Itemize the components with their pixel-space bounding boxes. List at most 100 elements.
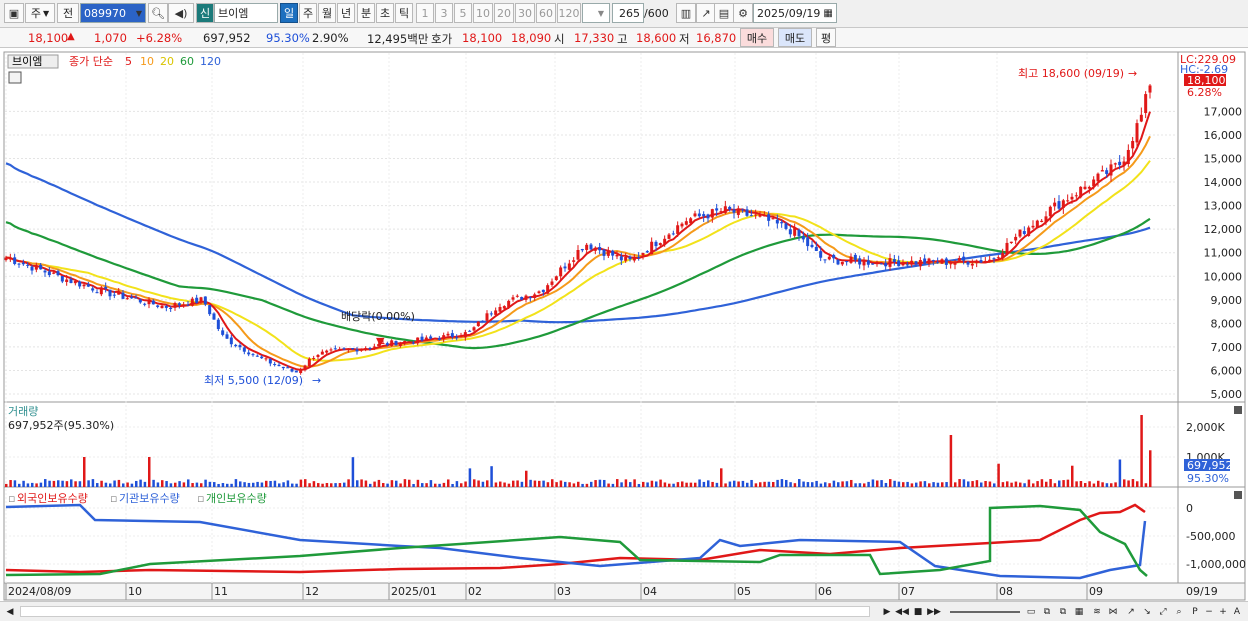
volume-bar [906, 481, 909, 487]
volume-bar [412, 483, 415, 487]
gear-icon[interactable]: ⚙ [733, 3, 753, 23]
price-tick-label: 11,000 [1204, 247, 1243, 260]
buy-button[interactable]: 매수 [740, 28, 774, 47]
candle-body [836, 259, 840, 265]
interval-30[interactable]: 30 [515, 3, 535, 23]
candle-body [1122, 161, 1126, 166]
price-tick-label: 10,000 [1204, 270, 1243, 283]
candle-body [654, 241, 658, 247]
volume-bar [1040, 479, 1044, 487]
volume-bar [858, 483, 862, 487]
volume-close-icon[interactable] [1234, 406, 1242, 414]
candle-body [1001, 253, 1005, 258]
zoom-plus-icon[interactable]: + [1216, 604, 1230, 619]
eval-button[interactable]: 평 [816, 28, 836, 47]
price-tick-label: 13,000 [1204, 200, 1243, 213]
candle-body [1005, 242, 1009, 255]
period-minute[interactable]: 분 [357, 3, 375, 23]
price-panel-frame [3, 51, 1179, 403]
draw-tool-icon[interactable]: ↗ [696, 3, 716, 23]
candle-body [1083, 186, 1087, 190]
interval-10[interactable]: 10 [473, 3, 493, 23]
interval-20[interactable]: 20 [494, 3, 514, 23]
candle-type-icon[interactable]: ▥ [676, 3, 696, 23]
candle-body [754, 214, 758, 216]
date-input[interactable]: 2025/09/19 ▦ [753, 3, 837, 23]
period-second[interactable]: 초 [376, 3, 394, 23]
volume-bar [317, 483, 320, 487]
zoom-slider[interactable] [950, 611, 1020, 613]
candle-body [719, 211, 723, 213]
volume-bar [889, 479, 892, 487]
candle-body [1087, 186, 1091, 189]
period-select[interactable]: 주 ▼ [25, 3, 55, 23]
candle-body [99, 287, 103, 295]
compare-button[interactable]: 전 [57, 3, 79, 23]
tool-icon-3[interactable]: ⤢ [1156, 604, 1170, 619]
save-icon[interactable]: ▤ [714, 3, 734, 23]
scroll-right-icon[interactable]: ▶ [880, 604, 894, 619]
volume-bar [18, 483, 21, 487]
rewind-icon[interactable]: ◀◀ [895, 604, 909, 619]
period-month[interactable]: 월 [318, 3, 336, 23]
magnify-icon[interactable]: ⌕ [1172, 604, 1186, 619]
toolbar: ▣ 주 ▼ 전 089970 ▼ 🔍︎ ◀) 신 브이엠 일 주 월 년 분 초 … [0, 0, 1248, 28]
fast-forward-icon[interactable]: ▶▶ [927, 604, 941, 619]
period-day[interactable]: 일 [280, 3, 298, 23]
volume-bar [728, 481, 732, 487]
indicator-icon[interactable]: ≋ [1090, 604, 1104, 619]
candle-body [888, 258, 892, 267]
layout-icon-3[interactable]: ⧉ [1056, 604, 1070, 619]
interval-dropdown-icon[interactable]: ▼ [594, 3, 608, 23]
candle-body [407, 341, 411, 343]
period-year[interactable]: 년 [337, 3, 355, 23]
volume-bar [1006, 481, 1009, 487]
candle-body [108, 289, 112, 297]
compare-icon[interactable]: ⋈ [1106, 604, 1120, 619]
window-icon[interactable]: ▣ [4, 3, 24, 23]
code-dropdown-icon[interactable]: ▼ [132, 3, 146, 23]
layout-icon-1[interactable]: ▭ [1024, 604, 1038, 619]
volume-bar [494, 482, 498, 487]
interval-3[interactable]: 3 [435, 3, 453, 23]
candle-body [147, 299, 151, 305]
sell-button[interactable]: 매도 [778, 28, 812, 47]
volume-bar [663, 482, 667, 487]
tool-icon-1[interactable]: ↗ [1124, 604, 1138, 619]
count-input[interactable]: 265 [612, 3, 644, 23]
volume-bar [616, 479, 619, 487]
calendar-icon[interactable]: ▦ [823, 8, 832, 19]
tool-icon-2[interactable]: ↘ [1140, 604, 1154, 619]
interval-5[interactable]: 5 [454, 3, 472, 23]
interval-1[interactable]: 1 [416, 3, 434, 23]
zoom-in-icon[interactable]: P [1188, 604, 1202, 619]
volume-desc: 697,952주(95.30%) [8, 419, 114, 432]
volume-bar [967, 481, 970, 487]
volume-bar [763, 481, 766, 487]
scroll-left-icon[interactable]: ◀ [3, 604, 17, 619]
holders-close-icon[interactable] [1234, 491, 1242, 499]
font-size-icon[interactable]: A [1230, 604, 1244, 619]
stop-icon[interactable]: ■ [911, 604, 925, 619]
scroll-track[interactable] [20, 606, 870, 617]
search-icon[interactable]: 🔍︎ [148, 3, 168, 23]
candle-body [260, 356, 264, 359]
interval-60[interactable]: 60 [536, 3, 556, 23]
volume-bar [377, 479, 381, 487]
volume-bar [308, 483, 311, 487]
candle-body [758, 214, 762, 217]
layout-icon-4[interactable]: ▦ [1072, 604, 1086, 619]
zoom-out-icon[interactable]: − [1202, 604, 1216, 619]
volume-bar [460, 483, 463, 487]
period-tick[interactable]: 틱 [395, 3, 413, 23]
volume-bar [442, 482, 446, 487]
scroll-bar[interactable]: ◀ ▶ ◀◀ ■ ▶▶ ▭ ⧉ ⧉ ▦ ≋ ⋈ ↗ ↘ ⤢ ⌕ P − + A [0, 601, 1248, 621]
candle-body [221, 330, 225, 335]
layout-icon-2[interactable]: ⧉ [1040, 604, 1054, 619]
chart-menu-icon[interactable] [8, 71, 22, 84]
volume-bar [533, 480, 537, 487]
speaker-icon[interactable]: ◀) [168, 3, 194, 23]
stock-chart[interactable]: 17,000 16,000 15,000 14,000 13,000 12,000 11,0… [0, 50, 1248, 602]
period-week[interactable]: 주 [299, 3, 317, 23]
interval-120[interactable]: 120 [557, 3, 581, 23]
